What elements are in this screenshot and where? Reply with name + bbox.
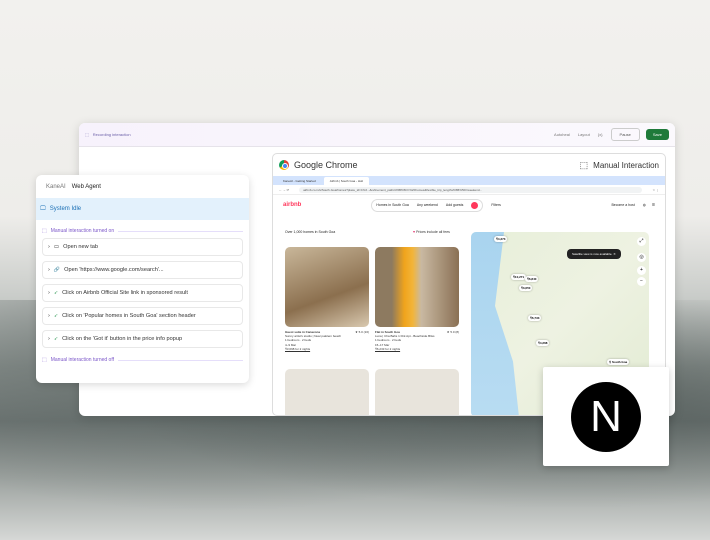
globe-icon[interactable]: ◍ bbox=[643, 203, 646, 207]
mode-label: Manual Interaction bbox=[593, 160, 659, 170]
satellite-toast: Satellite view is now available. ✕ bbox=[567, 249, 621, 259]
save-button[interactable]: Save bbox=[645, 129, 669, 140]
chevron-right-icon: › bbox=[48, 313, 50, 319]
step-item[interactable]: › ▭ Open new tab bbox=[42, 238, 243, 256]
expand-map-icon[interactable]: ⤢ bbox=[637, 237, 646, 246]
price-pin[interactable]: ₹6,733 bbox=[528, 315, 542, 321]
nextjs-logo-card: N bbox=[543, 367, 669, 466]
filters-button[interactable]: Filters bbox=[491, 203, 501, 207]
step-item[interactable]: › ➶ Click on 'Popular homes in South Goa' … bbox=[42, 307, 243, 325]
nextjs-logo: N bbox=[571, 381, 641, 452]
browser-title: Google Chrome bbox=[294, 160, 358, 170]
variables-button[interactable]: {x} bbox=[598, 132, 603, 137]
recording-label: Recording interaction bbox=[92, 132, 131, 137]
price-pin[interactable]: ₹10,271 bbox=[511, 274, 527, 280]
manual-interaction-icon: ⬚ bbox=[579, 159, 589, 170]
chrome-logo-icon bbox=[279, 160, 289, 170]
search-button[interactable] bbox=[471, 201, 479, 209]
status-text: System Idle bbox=[49, 206, 82, 212]
become-host-link[interactable]: Become a host bbox=[611, 203, 634, 207]
zoom-in-button[interactable]: + bbox=[637, 266, 646, 275]
listing-photo[interactable] bbox=[285, 247, 369, 327]
chevron-right-icon: › bbox=[48, 290, 50, 296]
prices-note: ♥ Prices include all fees bbox=[413, 230, 450, 234]
cursor-icon: ⬚ bbox=[42, 228, 47, 234]
recording-icon: ⬚ bbox=[85, 132, 89, 137]
locate-icon[interactable]: ◎ bbox=[637, 253, 646, 262]
chevron-right-icon: › bbox=[48, 336, 50, 342]
menu-icon[interactable]: ☰ bbox=[652, 203, 655, 207]
price-pin[interactable]: ₹4,373 bbox=[494, 236, 508, 242]
listing-photo[interactable] bbox=[285, 369, 369, 415]
search-location[interactable]: Homes in South Goa bbox=[376, 203, 409, 207]
step-item[interactable]: › ➶ Click on the 'Got it' button in the pr… bbox=[42, 330, 243, 348]
step-item[interactable]: › ➶ Click on Airbnb Official Site link in … bbox=[42, 284, 243, 302]
chevron-right-icon: › bbox=[48, 244, 50, 250]
zoom-out-button[interactable]: − bbox=[637, 277, 646, 286]
click-icon: ➶ bbox=[53, 290, 59, 296]
tab-icon: ▭ bbox=[53, 244, 60, 250]
listing-card[interactable]: Guest suite in Canacona ★ 5.0 (16) Sunny… bbox=[285, 330, 369, 351]
layout-dropdown[interactable]: Layout bbox=[578, 132, 590, 137]
airbnb-logo[interactable]: airbnb bbox=[283, 202, 301, 208]
recording-toolbar: ⬚ Recording interaction Autoheal Layout … bbox=[79, 123, 675, 147]
manual-on-marker: ⬚ Manual interaction turned on bbox=[36, 224, 249, 238]
status-banner: 🖵 System Idle bbox=[36, 198, 249, 220]
listing-photo[interactable] bbox=[375, 369, 459, 415]
link-icon: 🔗 bbox=[53, 267, 61, 273]
listing-photo[interactable] bbox=[375, 247, 459, 327]
manual-off-marker: ⬚ Manual interaction turned off bbox=[36, 353, 249, 367]
listing-card[interactable]: Flat in South Goa ★ 5.0 (8) Luna | Cha B… bbox=[375, 330, 459, 351]
browser-tab[interactable]: KaneAI - Getting Started bbox=[277, 177, 322, 185]
price-pin[interactable]: ₹6,840 bbox=[525, 276, 539, 282]
tab-web-agent[interactable]: Web Agent bbox=[72, 184, 101, 190]
autoheal-dropdown[interactable]: Autoheal bbox=[554, 132, 570, 137]
pause-button[interactable]: Pause bbox=[610, 128, 640, 141]
click-icon: ➶ bbox=[53, 336, 59, 342]
browser-tab-active[interactable]: Airbnb | South Goa - Holi bbox=[323, 177, 369, 185]
agent-panel: KaneAI Web Agent 🖵 System Idle ⬚ Manual in… bbox=[36, 175, 249, 383]
address-bar[interactable]: airbnb.co.in/s/South-Goa/homes?place_id=… bbox=[299, 186, 643, 193]
result-count: Over 1,000 homes in South Goa bbox=[285, 230, 336, 234]
monitor-icon: 🖵 bbox=[40, 205, 46, 212]
search-bar[interactable]: Homes in South Goa Any weekend Add guest… bbox=[371, 198, 484, 212]
click-icon: ➶ bbox=[53, 313, 59, 319]
cursor-icon: ⬚ bbox=[42, 357, 47, 363]
search-dates[interactable]: Any weekend bbox=[417, 203, 438, 207]
tab-kaneai[interactable]: KaneAI bbox=[46, 184, 66, 190]
step-item[interactable]: › 🔗 Open 'https://www.google.com/search'..… bbox=[42, 261, 243, 279]
price-pin[interactable]: ₹3,650 bbox=[519, 285, 533, 291]
search-guests[interactable]: Add guests bbox=[446, 203, 464, 207]
chevron-right-icon: › bbox=[48, 267, 50, 273]
price-pin[interactable]: ₹4,268 bbox=[536, 340, 550, 346]
place-label: ⚲ South Goa bbox=[607, 359, 630, 365]
